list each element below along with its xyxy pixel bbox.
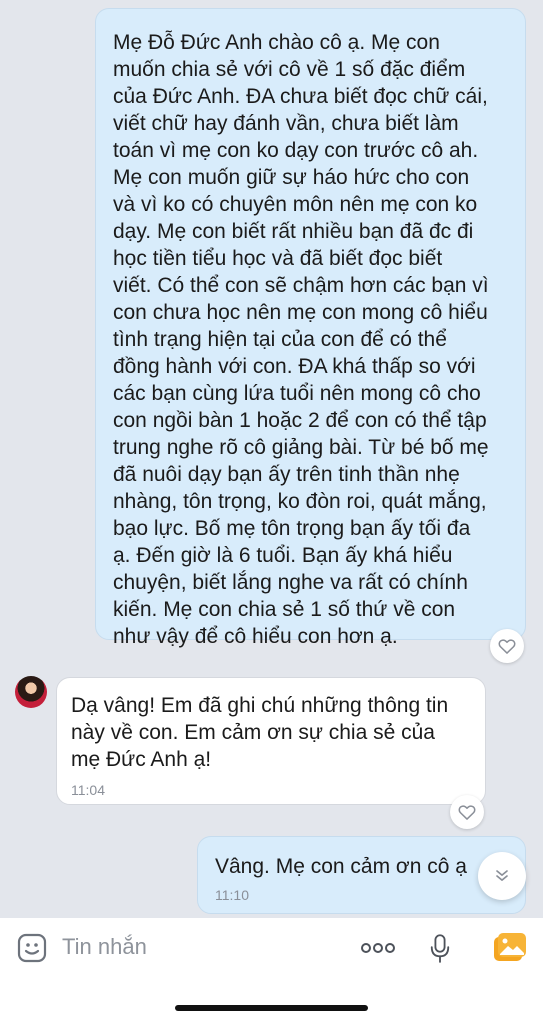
message-text: Mẹ Đỗ Đức Anh chào cô ạ. Mẹ con muốn chi… [113, 31, 489, 648]
chevron-double-down-icon [496, 870, 508, 881]
microphone-icon[interactable] [426, 930, 454, 968]
message-composer: Tin nhắn [0, 918, 543, 1024]
heart-icon[interactable] [450, 795, 484, 829]
more-dots-icon[interactable] [358, 936, 398, 960]
message-bubble-outgoing-2[interactable]: Vâng. Mẹ con cảm ơn cô ạ 11:10 [197, 836, 526, 914]
sticker-icon[interactable] [14, 930, 50, 966]
message-input[interactable]: Tin nhắn [62, 934, 147, 960]
home-indicator [175, 1005, 368, 1011]
message-bubble-outgoing-1[interactable]: Mẹ Đỗ Đức Anh chào cô ạ. Mẹ con muốn chi… [95, 8, 526, 648]
avatar[interactable] [15, 676, 47, 708]
message-text: Dạ vâng! Em đã ghi chú những thông tin n… [71, 694, 449, 771]
message-time: 11:04 [71, 782, 105, 798]
scroll-to-bottom-button[interactable] [478, 852, 526, 900]
message-text: Vâng. Mẹ con cảm ơn cô ạ [215, 855, 467, 878]
message-bubble-incoming-1[interactable]: Dạ vâng! Em đã ghi chú những thông tin n… [56, 677, 486, 805]
message-time: 11:10 [215, 887, 249, 903]
image-icon[interactable] [492, 931, 528, 965]
heart-icon[interactable] [490, 629, 524, 663]
